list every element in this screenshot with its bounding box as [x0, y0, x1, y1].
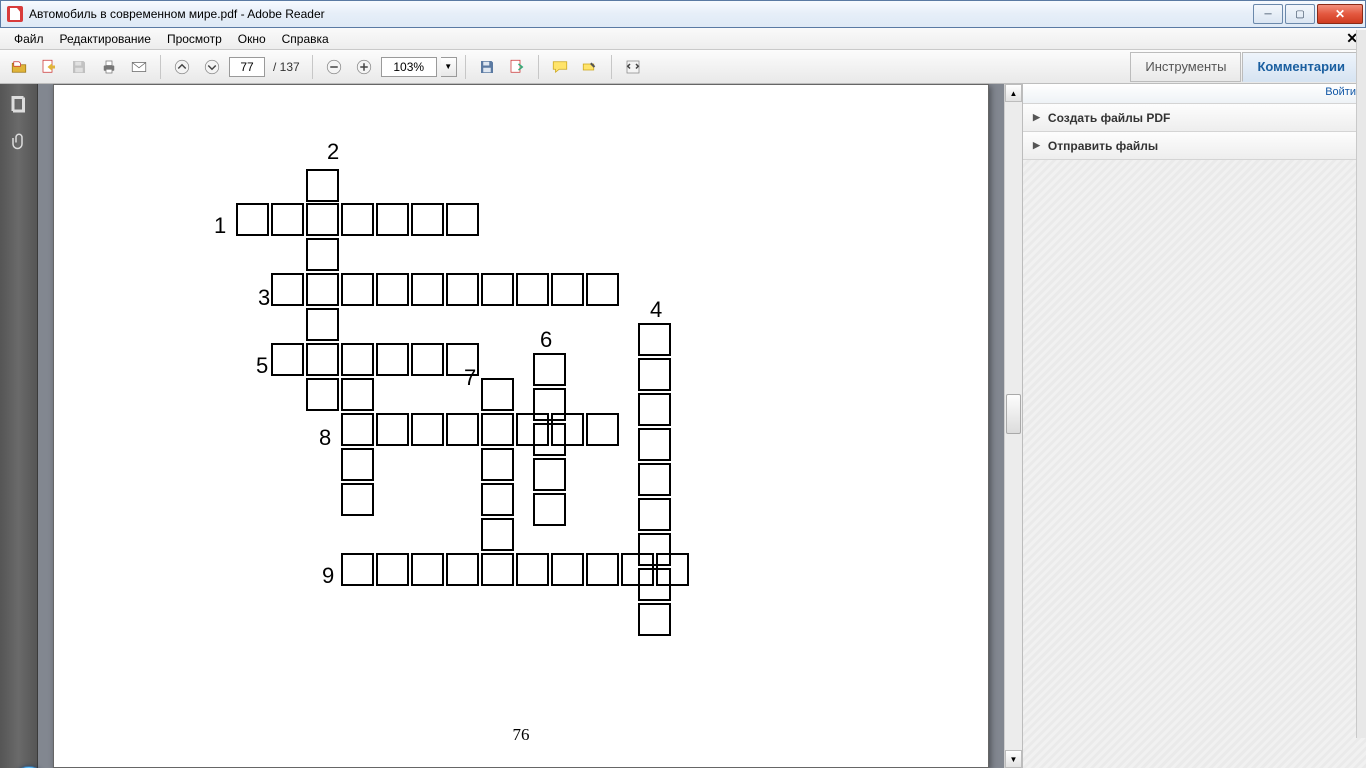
zoom-value[interactable]: 103% [381, 57, 437, 77]
page-footer-number: 76 [54, 725, 988, 745]
scroll-thumb[interactable] [1006, 394, 1021, 434]
open-button[interactable] [6, 54, 32, 80]
minimize-button[interactable]: ─ [1253, 4, 1283, 24]
attachments-icon[interactable] [8, 130, 30, 152]
menu-file[interactable]: Файл [6, 30, 52, 48]
clue-2: 2 [327, 139, 339, 165]
clue-1: 1 [214, 213, 226, 239]
print-button[interactable] [96, 54, 122, 80]
zoom-in-button[interactable] [351, 54, 377, 80]
login-link[interactable]: Войти [1023, 84, 1366, 104]
chevron-right-icon: ▶ [1033, 140, 1040, 151]
maximize-button[interactable]: ▢ [1285, 4, 1315, 24]
window-title: Автомобиль в современном мире.pdf - Adob… [29, 7, 1251, 21]
highlight-button[interactable] [577, 54, 603, 80]
titlebar: Автомобиль в современном мире.pdf - Adob… [0, 0, 1366, 28]
zoom-out-button[interactable] [321, 54, 347, 80]
panel-send-files[interactable]: ▶ Отправить файлы [1023, 132, 1366, 160]
tab-comments[interactable]: Комментарии [1242, 52, 1360, 82]
scroll-down-button[interactable]: ▼ [1005, 750, 1022, 768]
adobe-reader-icon [7, 6, 23, 22]
clue-4: 4 [650, 297, 662, 323]
convert-button[interactable] [504, 54, 530, 80]
vertical-scrollbar[interactable]: ▲ ▼ [1004, 84, 1022, 768]
pdf-page: 76 1 2 3 4 5 6 7 8 9 [53, 84, 989, 768]
panel-send-files-label: Отправить файлы [1048, 139, 1158, 153]
panel-create-pdf-label: Создать файлы PDF [1048, 111, 1170, 125]
tab-tools[interactable]: Инструменты [1130, 52, 1241, 82]
chevron-right-icon: ▶ [1033, 112, 1040, 123]
menu-help[interactable]: Справка [274, 30, 337, 48]
page-number-input[interactable] [229, 57, 265, 77]
clue-5: 5 [256, 353, 268, 379]
clue-6: 6 [540, 327, 552, 353]
page-total-label: / 137 [273, 60, 300, 74]
nav-rail [0, 84, 38, 768]
export-pdf-button[interactable] [36, 54, 62, 80]
clue-8: 8 [319, 425, 331, 451]
read-mode-button[interactable] [620, 54, 646, 80]
save-button[interactable] [66, 54, 92, 80]
close-window-button[interactable]: ✕ [1317, 4, 1363, 24]
window-edge-artifact [1356, 30, 1366, 738]
menu-window[interactable]: Окно [230, 30, 274, 48]
document-viewport[interactable]: 76 1 2 3 4 5 6 7 8 9 [38, 84, 1004, 768]
page-up-button[interactable] [169, 54, 195, 80]
menu-edit[interactable]: Редактирование [52, 30, 159, 48]
clue-3: 3 [258, 285, 270, 311]
save-copy-button[interactable] [474, 54, 500, 80]
scroll-up-button[interactable]: ▲ [1005, 84, 1022, 102]
clue-9: 9 [322, 563, 334, 589]
scroll-track[interactable] [1005, 102, 1022, 750]
thumbnails-icon[interactable] [8, 94, 30, 116]
panel-body [1023, 160, 1366, 768]
zoom-dropdown[interactable]: ▼ [441, 57, 457, 77]
comment-button[interactable] [547, 54, 573, 80]
toolbar: / 137 103% ▼ Инструменты Комментарии [0, 50, 1366, 84]
right-panel: Войти ▶ Создать файлы PDF ▶ Отправить файл… [1022, 84, 1366, 768]
email-button[interactable] [126, 54, 152, 80]
page-down-button[interactable] [199, 54, 225, 80]
menu-view[interactable]: Просмотр [159, 30, 230, 48]
menubar: Файл Редактирование Просмотр Окно Справк… [0, 28, 1366, 50]
panel-create-pdf[interactable]: ▶ Создать файлы PDF [1023, 104, 1366, 132]
